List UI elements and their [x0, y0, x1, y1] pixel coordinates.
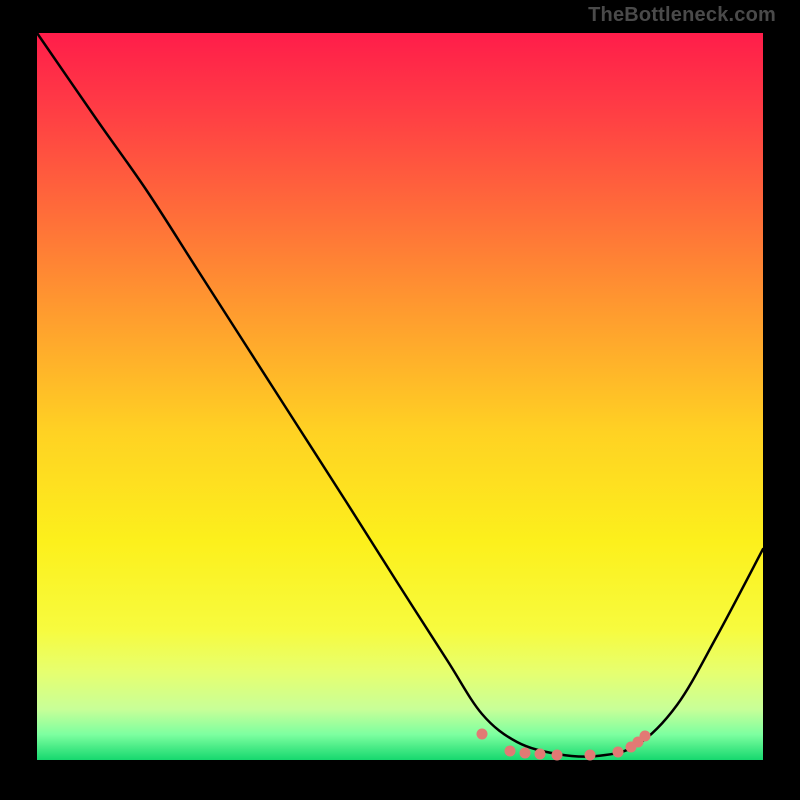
main-curve: [37, 33, 763, 757]
marker-dot: [552, 750, 563, 761]
plot-area: [37, 33, 763, 760]
chart-svg: [37, 33, 763, 760]
figure-frame: TheBottleneck.com: [0, 0, 800, 800]
marker-dot: [477, 729, 488, 740]
watermark-text: TheBottleneck.com: [588, 4, 776, 27]
marker-dot: [613, 747, 624, 758]
marker-dot: [505, 746, 516, 757]
marker-dot: [585, 750, 596, 761]
marker-dot: [535, 749, 546, 760]
marker-dot: [520, 748, 531, 759]
marker-dot: [640, 731, 651, 742]
